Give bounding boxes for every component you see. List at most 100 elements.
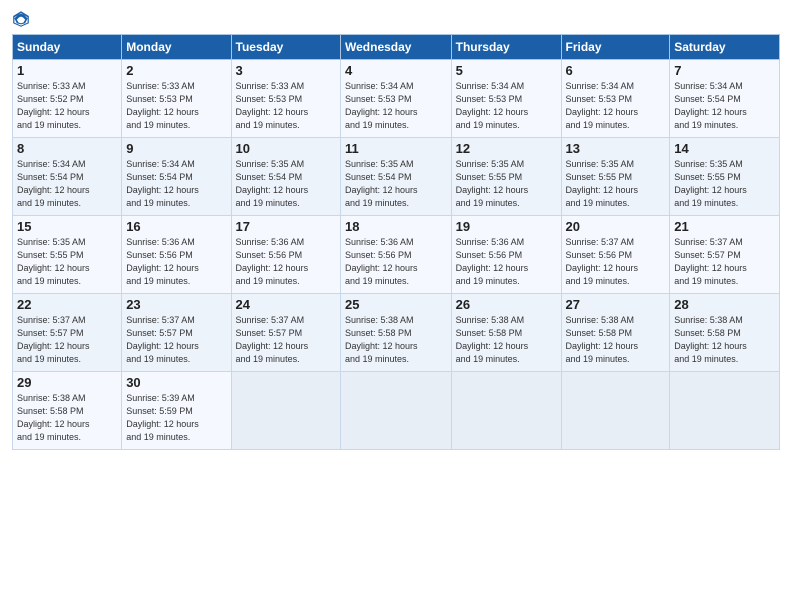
header-area xyxy=(12,10,780,28)
day-info: Sunrise: 5:35 AMSunset: 5:55 PMDaylight:… xyxy=(674,158,775,210)
day-number: 18 xyxy=(345,219,447,234)
day-info: Sunrise: 5:34 AMSunset: 5:53 PMDaylight:… xyxy=(566,80,666,132)
day-cell: 14 Sunrise: 5:35 AMSunset: 5:55 PMDayligh… xyxy=(670,138,780,216)
week-row-5: 29 Sunrise: 5:38 AMSunset: 5:58 PMDayligh… xyxy=(13,372,780,450)
day-info: Sunrise: 5:34 AMSunset: 5:54 PMDaylight:… xyxy=(126,158,226,210)
day-info: Sunrise: 5:33 AMSunset: 5:53 PMDaylight:… xyxy=(126,80,226,132)
day-cell: 4 Sunrise: 5:34 AMSunset: 5:53 PMDaylight… xyxy=(341,60,452,138)
day-number: 19 xyxy=(456,219,557,234)
day-cell: 22 Sunrise: 5:37 AMSunset: 5:57 PMDayligh… xyxy=(13,294,122,372)
day-cell: 3 Sunrise: 5:33 AMSunset: 5:53 PMDaylight… xyxy=(231,60,340,138)
day-info: Sunrise: 5:37 AMSunset: 5:57 PMDaylight:… xyxy=(236,314,336,366)
day-info: Sunrise: 5:37 AMSunset: 5:56 PMDaylight:… xyxy=(566,236,666,288)
day-number: 27 xyxy=(566,297,666,312)
day-number: 16 xyxy=(126,219,226,234)
day-info: Sunrise: 5:36 AMSunset: 5:56 PMDaylight:… xyxy=(456,236,557,288)
day-info: Sunrise: 5:35 AMSunset: 5:55 PMDaylight:… xyxy=(456,158,557,210)
day-info: Sunrise: 5:38 AMSunset: 5:58 PMDaylight:… xyxy=(17,392,117,444)
day-cell xyxy=(670,372,780,450)
logo xyxy=(12,10,32,28)
day-cell: 26Sunrise: 5:38 AMSunset: 5:58 PMDayligh… xyxy=(451,294,561,372)
day-number: 1 xyxy=(17,63,117,78)
day-info: Sunrise: 5:36 AMSunset: 5:56 PMDaylight:… xyxy=(126,236,226,288)
day-number: 4 xyxy=(345,63,447,78)
day-number: 5 xyxy=(456,63,557,78)
day-cell: 12 Sunrise: 5:35 AMSunset: 5:55 PMDayligh… xyxy=(451,138,561,216)
day-cell: 30 Sunrise: 5:39 AMSunset: 5:59 PMDayligh… xyxy=(122,372,231,450)
column-header-tuesday: Tuesday xyxy=(231,35,340,60)
day-info: Sunrise: 5:35 AMSunset: 5:55 PMDaylight:… xyxy=(566,158,666,210)
week-row-3: 15 Sunrise: 5:35 AMSunset: 5:55 PMDayligh… xyxy=(13,216,780,294)
day-number: 12 xyxy=(456,141,557,156)
day-number: 6 xyxy=(566,63,666,78)
day-cell xyxy=(231,372,340,450)
day-number: 11 xyxy=(345,141,447,156)
page: SundayMondayTuesdayWednesdayThursdayFrid… xyxy=(0,0,792,612)
day-cell xyxy=(561,372,670,450)
day-cell: 28Sunrise: 5:38 AMSunset: 5:58 PMDayligh… xyxy=(670,294,780,372)
day-number: 23 xyxy=(126,297,226,312)
day-cell: 25 Sunrise: 5:38 AMSunset: 5:58 PMDayligh… xyxy=(341,294,452,372)
day-info: Sunrise: 5:34 AMSunset: 5:54 PMDaylight:… xyxy=(17,158,117,210)
day-info: Sunrise: 5:38 AMSunset: 5:58 PMDaylight:… xyxy=(566,314,666,366)
day-cell: 6 Sunrise: 5:34 AMSunset: 5:53 PMDaylight… xyxy=(561,60,670,138)
day-cell: 21 Sunrise: 5:37 AMSunset: 5:57 PMDayligh… xyxy=(670,216,780,294)
day-number: 2 xyxy=(126,63,226,78)
day-info: Sunrise: 5:34 AMSunset: 5:54 PMDaylight:… xyxy=(674,80,775,132)
day-cell: 24Sunrise: 5:37 AMSunset: 5:57 PMDayligh… xyxy=(231,294,340,372)
day-cell: 15 Sunrise: 5:35 AMSunset: 5:55 PMDayligh… xyxy=(13,216,122,294)
day-cell: 11 Sunrise: 5:35 AMSunset: 5:54 PMDayligh… xyxy=(341,138,452,216)
day-number: 17 xyxy=(236,219,336,234)
day-number: 13 xyxy=(566,141,666,156)
column-header-friday: Friday xyxy=(561,35,670,60)
day-info: Sunrise: 5:37 AMSunset: 5:57 PMDaylight:… xyxy=(17,314,117,366)
day-number: 3 xyxy=(236,63,336,78)
day-cell: 9 Sunrise: 5:34 AMSunset: 5:54 PMDaylight… xyxy=(122,138,231,216)
day-info: Sunrise: 5:36 AMSunset: 5:56 PMDaylight:… xyxy=(236,236,336,288)
day-info: Sunrise: 5:35 AMSunset: 5:55 PMDaylight:… xyxy=(17,236,117,288)
day-number: 10 xyxy=(236,141,336,156)
week-row-1: 1 Sunrise: 5:33 AMSunset: 5:52 PMDaylight… xyxy=(13,60,780,138)
day-cell: 5 Sunrise: 5:34 AMSunset: 5:53 PMDaylight… xyxy=(451,60,561,138)
day-cell: 13 Sunrise: 5:35 AMSunset: 5:55 PMDayligh… xyxy=(561,138,670,216)
day-info: Sunrise: 5:39 AMSunset: 5:59 PMDaylight:… xyxy=(126,392,226,444)
day-number: 15 xyxy=(17,219,117,234)
column-header-wednesday: Wednesday xyxy=(341,35,452,60)
day-cell: 20 Sunrise: 5:37 AMSunset: 5:56 PMDayligh… xyxy=(561,216,670,294)
day-cell: 23Sunrise: 5:37 AMSunset: 5:57 PMDayligh… xyxy=(122,294,231,372)
day-number: 9 xyxy=(126,141,226,156)
day-info: Sunrise: 5:33 AMSunset: 5:53 PMDaylight:… xyxy=(236,80,336,132)
column-header-thursday: Thursday xyxy=(451,35,561,60)
day-info: Sunrise: 5:34 AMSunset: 5:53 PMDaylight:… xyxy=(456,80,557,132)
day-number: 20 xyxy=(566,219,666,234)
day-cell xyxy=(341,372,452,450)
day-info: Sunrise: 5:37 AMSunset: 5:57 PMDaylight:… xyxy=(674,236,775,288)
day-number: 7 xyxy=(674,63,775,78)
day-cell: 17 Sunrise: 5:36 AMSunset: 5:56 PMDayligh… xyxy=(231,216,340,294)
day-cell: 19 Sunrise: 5:36 AMSunset: 5:56 PMDayligh… xyxy=(451,216,561,294)
day-cell: 18 Sunrise: 5:36 AMSunset: 5:56 PMDayligh… xyxy=(341,216,452,294)
column-header-saturday: Saturday xyxy=(670,35,780,60)
day-number: 29 xyxy=(17,375,117,390)
calendar-header-row: SundayMondayTuesdayWednesdayThursdayFrid… xyxy=(13,35,780,60)
calendar-table: SundayMondayTuesdayWednesdayThursdayFrid… xyxy=(12,34,780,450)
week-row-4: 22 Sunrise: 5:37 AMSunset: 5:57 PMDayligh… xyxy=(13,294,780,372)
week-row-2: 8Sunrise: 5:34 AMSunset: 5:54 PMDaylight… xyxy=(13,138,780,216)
day-info: Sunrise: 5:38 AMSunset: 5:58 PMDaylight:… xyxy=(345,314,447,366)
day-info: Sunrise: 5:36 AMSunset: 5:56 PMDaylight:… xyxy=(345,236,447,288)
day-info: Sunrise: 5:33 AMSunset: 5:52 PMDaylight:… xyxy=(17,80,117,132)
day-number: 26 xyxy=(456,297,557,312)
day-number: 25 xyxy=(345,297,447,312)
day-cell: 29 Sunrise: 5:38 AMSunset: 5:58 PMDayligh… xyxy=(13,372,122,450)
day-cell: 7 Sunrise: 5:34 AMSunset: 5:54 PMDaylight… xyxy=(670,60,780,138)
day-info: Sunrise: 5:35 AMSunset: 5:54 PMDaylight:… xyxy=(345,158,447,210)
logo-icon xyxy=(12,10,30,28)
day-info: Sunrise: 5:34 AMSunset: 5:53 PMDaylight:… xyxy=(345,80,447,132)
day-info: Sunrise: 5:38 AMSunset: 5:58 PMDaylight:… xyxy=(674,314,775,366)
day-cell xyxy=(451,372,561,450)
day-number: 21 xyxy=(674,219,775,234)
day-number: 30 xyxy=(126,375,226,390)
day-number: 14 xyxy=(674,141,775,156)
day-cell: 16 Sunrise: 5:36 AMSunset: 5:56 PMDayligh… xyxy=(122,216,231,294)
day-number: 22 xyxy=(17,297,117,312)
